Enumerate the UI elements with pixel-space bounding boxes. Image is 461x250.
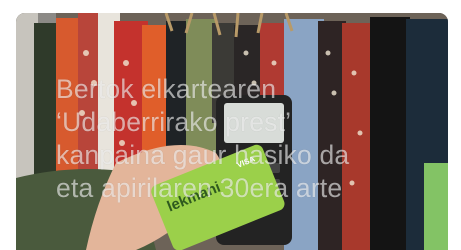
headline-line-1: Bertok elkartearen: [56, 74, 277, 104]
article-headline[interactable]: Bertok elkartearen ‘Udaberrirako prest’ …: [56, 73, 436, 205]
headline-line-4: eta apirilaren 30era arte: [56, 173, 343, 203]
article-photo-card[interactable]: lekmani VISA Bertok elkartearen ‘Udaberr…: [16, 13, 448, 250]
page-frame: lekmani VISA Bertok elkartearen ‘Udaberr…: [0, 0, 461, 250]
headline-line-2: ‘Udaberrirako prest’: [56, 107, 292, 137]
headline-line-3: kanpaina gaur hasiko da: [56, 140, 350, 170]
